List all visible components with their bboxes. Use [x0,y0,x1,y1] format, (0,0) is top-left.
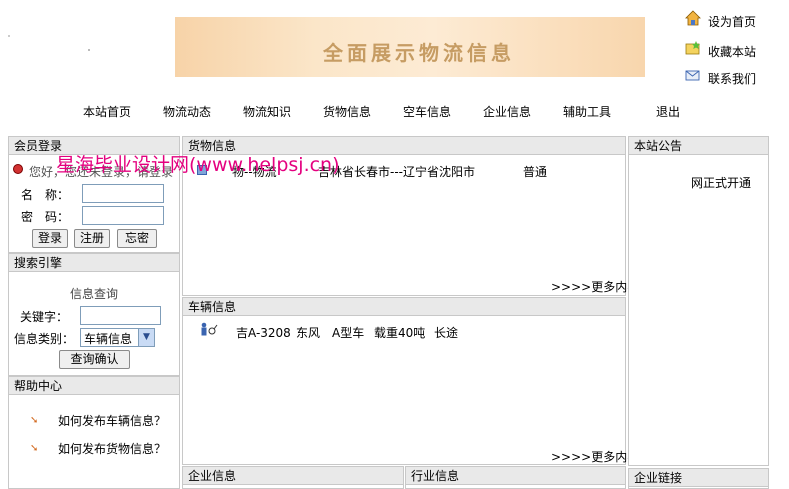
nav-tools[interactable]: 辅助工具 [563,103,611,120]
type-select-value: 车辆信息 [84,332,133,346]
cargo-more-link[interactable]: >>>>更多内容 [551,278,639,295]
company-links-panel: 企业链接 [628,468,769,489]
banner-text: 全面展示物流信息 [323,41,515,65]
watermark: 星海毕业设计网(www.helpsj.cn) [56,154,340,176]
chevron-down-icon[interactable]: ▼ [138,329,154,346]
home-icon [685,10,701,26]
decor-dot [8,35,10,37]
favorite-link[interactable]: 收藏本站 [685,40,785,60]
contact-link[interactable]: 联系我们 [685,67,785,87]
panel-title: 帮助中心 [9,377,179,395]
vehicle-range: 长途 [434,326,459,340]
nav-logout[interactable]: 退出 [656,103,680,120]
username-input[interactable] [82,184,164,203]
industry-info-panel: 行业信息 [405,466,626,489]
panel-title: 企业信息 [183,467,403,485]
vehicle-brand: 东风 [296,326,321,340]
help-item[interactable]: 如何发布车辆信息？ [58,412,166,429]
nav-logistics-news[interactable]: 物流动态 [163,103,211,120]
search-submit-button[interactable]: 查询确认 [59,350,130,369]
type-label: 信息类别： [14,332,75,346]
vehicle-plate[interactable]: 吉A-3208 [236,324,291,341]
keyword-label: 关键字： [20,310,69,324]
arrow-icon: ➘ [30,415,39,426]
register-button[interactable]: 注册 [74,229,110,248]
favorite-label: 收藏本站 [708,45,757,59]
folder-star-icon [685,41,700,55]
password-label: 密 码： [21,210,70,224]
arrow-icon: ➘ [30,443,39,454]
vehicle-model: A型车 [332,326,365,340]
search-subtitle: 信息查询 [70,287,119,301]
vehicle-info-panel: 车辆信息 吉A-3208 东风 A型车 载重40吨 长途 >>>>更多内容 [182,297,639,465]
status-dot-icon [13,164,23,174]
panel-title: 企业链接 [629,469,768,487]
company-info-panel: 企业信息 [182,466,404,489]
vehicle-more-link[interactable]: >>>>更多内容 [551,448,639,465]
set-home-link[interactable]: 设为首页 [685,10,785,30]
panel-title: 本站公告 [629,137,768,155]
nav-logistics-knowledge[interactable]: 物流知识 [243,103,291,120]
type-select[interactable]: 车辆信息 ▼ [80,328,155,347]
login-button[interactable]: 登录 [32,229,68,248]
name-label: 名 称： [21,188,70,202]
panel-title: 车辆信息 [183,298,625,316]
nav-home[interactable]: 本站首页 [83,103,131,120]
forgot-password-button[interactable]: 忘密 [117,229,157,248]
contact-label: 联系我们 [708,72,757,86]
panel-title: 搜索引擎 [9,254,179,272]
keyword-input[interactable] [80,306,161,325]
panel-title: 行业信息 [406,467,625,485]
site-notice-panel: 本站公告 网正式开通 [628,136,769,466]
search-panel: 搜索引擎 信息查询 关键字： 信息类别： 车辆信息 ▼ 查询确认 [8,253,180,376]
nav-empty-truck-info[interactable]: 空车信息 [403,103,451,120]
mail-icon [685,70,700,81]
help-panel: 帮助中心 ➘ 如何发布车辆信息？ ➘ 如何发布货物信息？ [8,376,180,489]
header-banner: 全面展示物流信息 [175,17,645,77]
cargo-route: 吉林省长春市---辽宁省沈阳市 [318,165,475,179]
driver-icon [201,322,218,336]
cargo-type: 普通 [523,165,548,179]
nav-cargo-info[interactable]: 货物信息 [323,103,371,120]
nav-company-info[interactable]: 企业信息 [483,103,531,120]
vehicle-load: 载重40吨 [374,326,426,340]
set-home-label: 设为首页 [708,15,757,29]
notice-text[interactable]: 网正式开通 [691,174,751,191]
password-input[interactable] [82,206,164,225]
decor-dot [88,49,90,51]
help-item[interactable]: 如何发布货物信息？ [58,440,166,457]
